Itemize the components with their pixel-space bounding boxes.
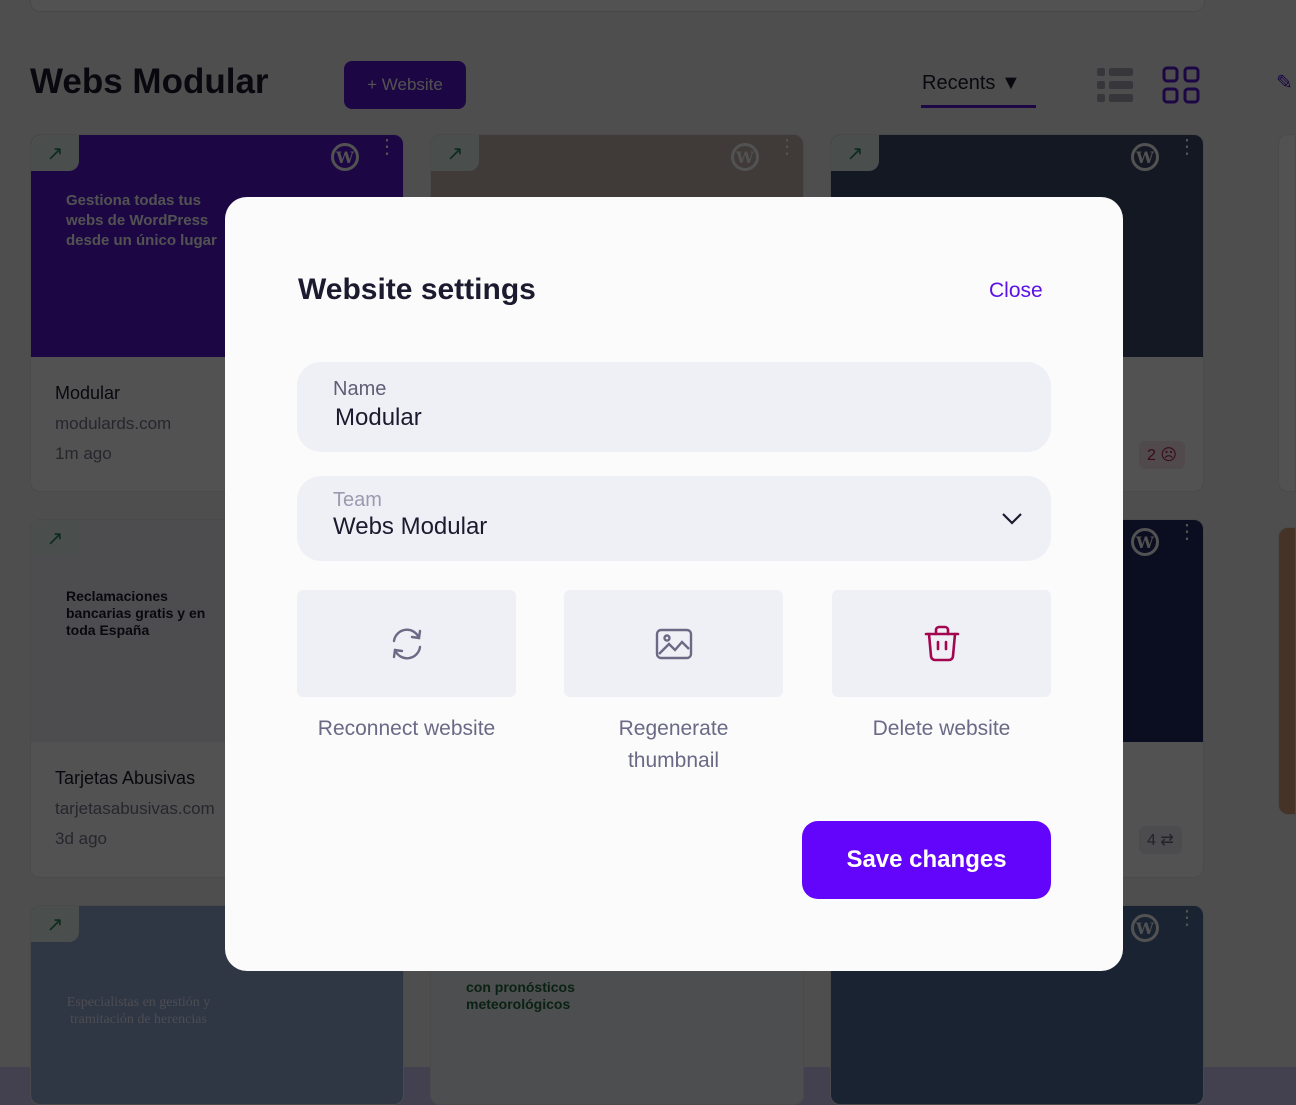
website-settings-modal: Website settings Close Name Team Webs Mo… bbox=[225, 197, 1123, 971]
team-label: Team bbox=[333, 489, 382, 511]
team-value: Webs Modular bbox=[333, 513, 488, 540]
modal-title: Website settings bbox=[298, 273, 536, 306]
regenerate-thumbnail-button[interactable]: Regenerate thumbnail bbox=[564, 590, 783, 777]
delete-website-button[interactable]: Delete website bbox=[832, 590, 1051, 745]
image-icon bbox=[655, 628, 692, 659]
wordpress-icon: W bbox=[731, 143, 759, 171]
add-website-button[interactable]: + Website bbox=[344, 61, 466, 109]
more-options-icon[interactable]: ⋮ bbox=[377, 137, 397, 157]
team-select[interactable]: Team Webs Modular bbox=[297, 476, 1051, 561]
more-options-icon[interactable]: ⋮ bbox=[1177, 137, 1197, 157]
delete-label: Delete website bbox=[872, 717, 1011, 740]
reconnect-label: Reconnect website bbox=[317, 717, 496, 740]
open-link-icon[interactable]: ↗ bbox=[431, 135, 479, 171]
wordpress-icon: W bbox=[1131, 528, 1159, 556]
chevron-down-icon bbox=[1002, 513, 1022, 525]
sync-arrows-icon: ⇄ bbox=[1160, 832, 1174, 849]
wordpress-icon: W bbox=[1131, 914, 1159, 942]
name-label: Name bbox=[333, 378, 387, 400]
open-link-icon[interactable]: ↗ bbox=[831, 135, 879, 171]
sad-face-icon: ☹ bbox=[1160, 447, 1178, 464]
list-view-icon[interactable] bbox=[1096, 66, 1134, 104]
website-card[interactable] bbox=[1278, 527, 1296, 815]
website-card[interactable] bbox=[1278, 134, 1296, 492]
thumbnail-text: Especialistas en gestión y tramitación d… bbox=[66, 995, 211, 1027]
sort-dropdown[interactable]: Recents ▼ bbox=[922, 72, 1021, 95]
page-title: Webs Modular bbox=[30, 62, 269, 101]
open-link-icon[interactable]: ↗ bbox=[31, 520, 79, 556]
refresh-icon bbox=[392, 628, 421, 659]
thumbnail-text: con pronósticos meteorológicos bbox=[466, 979, 575, 1012]
thumbnail-text: Reclamaciones bancarias gratis y en toda… bbox=[66, 588, 206, 638]
close-button[interactable]: Close bbox=[989, 279, 1043, 303]
sync-badge[interactable]: 4 ⇄ bbox=[1139, 826, 1182, 854]
website-updated: 1m ago bbox=[55, 444, 112, 463]
name-field[interactable]: Name bbox=[297, 362, 1051, 452]
name-input[interactable] bbox=[335, 404, 935, 432]
website-name: Modular bbox=[55, 383, 121, 403]
more-options-icon[interactable]: ⋮ bbox=[777, 137, 797, 157]
grid-view-icon[interactable] bbox=[1162, 66, 1200, 104]
caret-down-icon: ▼ bbox=[1000, 72, 1021, 94]
top-bar bbox=[30, 0, 1205, 12]
regenerate-label: Regenerate thumbnail bbox=[618, 717, 729, 772]
website-updated: 3d ago bbox=[55, 829, 107, 848]
open-link-icon[interactable]: ↗ bbox=[31, 135, 79, 171]
website-url[interactable]: modulards.com bbox=[55, 414, 171, 434]
sort-label: Recents bbox=[922, 72, 996, 94]
sort-underline bbox=[921, 105, 1036, 108]
trash-icon bbox=[924, 625, 959, 661]
save-changes-button[interactable]: Save changes bbox=[802, 821, 1051, 899]
issues-count: 2 bbox=[1147, 447, 1156, 464]
wordpress-icon: W bbox=[1131, 143, 1159, 171]
website-url[interactable]: tarjetasabusivas.com bbox=[55, 799, 215, 819]
open-link-icon[interactable]: ↗ bbox=[31, 906, 79, 942]
edit-icon[interactable]: ✎ bbox=[1276, 70, 1296, 95]
more-options-icon[interactable]: ⋮ bbox=[1177, 522, 1197, 542]
reconnect-website-button[interactable]: Reconnect website bbox=[297, 590, 516, 745]
sync-count: 4 bbox=[1147, 832, 1156, 849]
thumbnail-text: Gestiona todas tus webs de WordPress des… bbox=[66, 192, 217, 249]
issues-badge[interactable]: 2 ☹ bbox=[1139, 441, 1186, 469]
website-name: Tarjetas Abusivas bbox=[55, 768, 196, 788]
wordpress-icon: W bbox=[331, 143, 359, 171]
more-options-icon[interactable]: ⋮ bbox=[1177, 908, 1197, 928]
